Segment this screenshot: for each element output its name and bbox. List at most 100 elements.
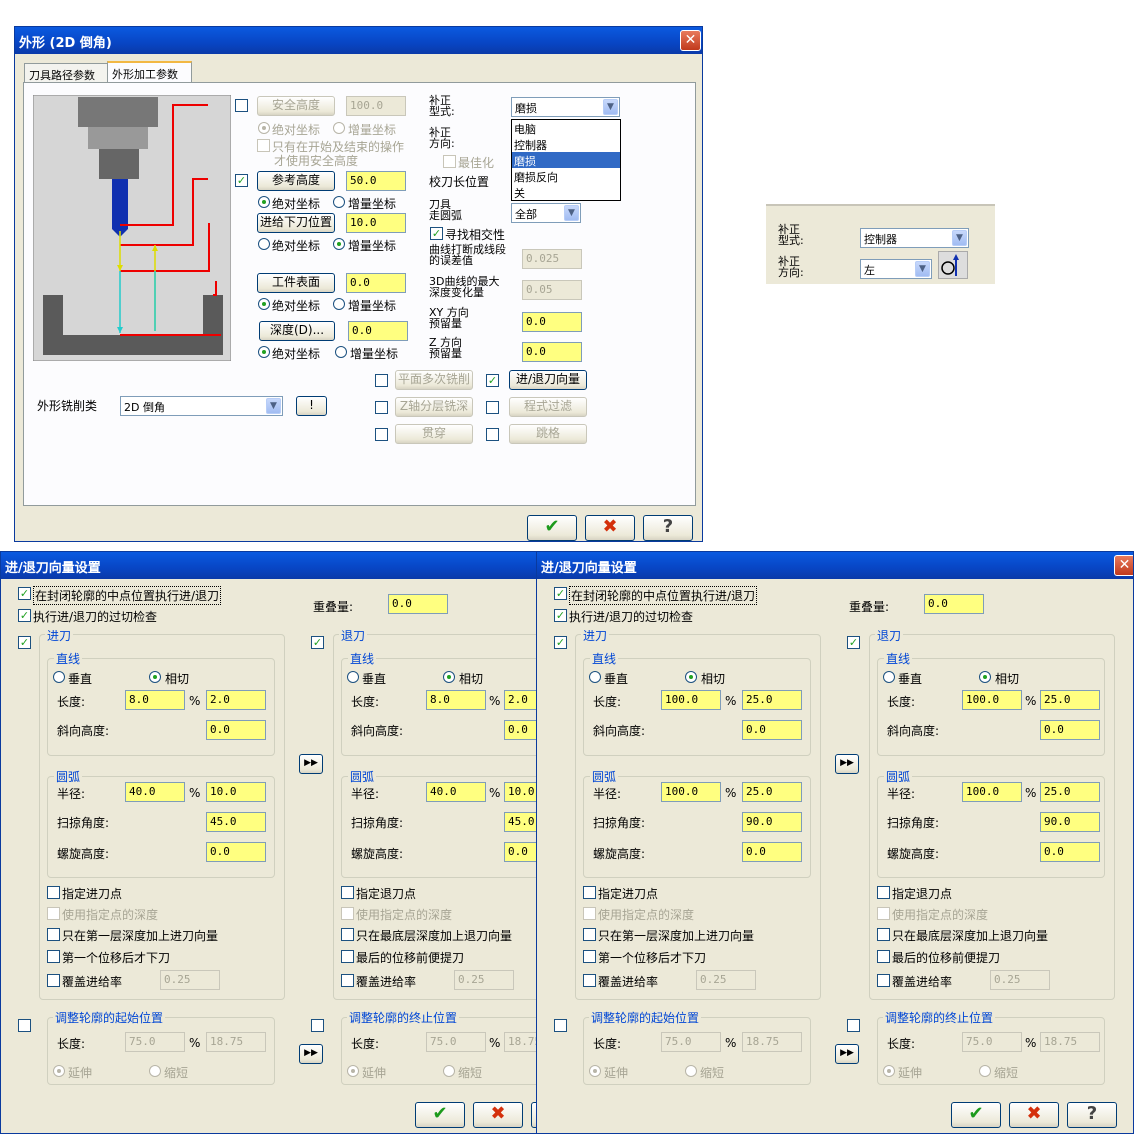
break-through-button[interactable]: 贯穿 [395, 424, 473, 444]
out-radius-pct-field[interactable]: 25.0 [1040, 782, 1100, 802]
comp-type-select[interactable]: 磨损 ▼ [511, 97, 620, 117]
adj-end-pct-field[interactable]: 18.75 [504, 1032, 536, 1052]
lead-out-checkbox[interactable]: ✓ [847, 636, 860, 649]
gouge-checkbox[interactable]: ✓ [554, 609, 567, 622]
multi-pass-button[interactable]: 平面多次铣削 [395, 370, 473, 390]
midpoint-checkbox[interactable]: ✓ [554, 587, 567, 600]
out-length-pct-field[interactable]: 2.0 [504, 690, 536, 710]
adj-end-extend-radio[interactable] [883, 1065, 895, 1077]
adj-end-shorten-radio[interactable] [979, 1065, 991, 1077]
tangent-radio[interactable] [685, 671, 697, 683]
adj-start-shorten-radio[interactable] [149, 1065, 161, 1077]
linearize-field[interactable]: 0.025 [522, 249, 582, 269]
top-abs-radio[interactable] [258, 298, 270, 310]
lead-in-checkbox[interactable]: ✓ [554, 636, 567, 649]
multi-pass-checkbox[interactable] [375, 374, 388, 387]
in-helix-field[interactable]: 0.0 [206, 842, 266, 862]
lead-in-checkbox[interactable]: ✓ [18, 636, 31, 649]
perp-radio[interactable] [347, 671, 359, 683]
ref-height-field[interactable]: 50.0 [346, 171, 406, 191]
safe-inc-radio[interactable] [333, 122, 345, 134]
before-last-checkbox[interactable] [877, 950, 890, 963]
out-helix-field[interactable]: 0.0 [504, 842, 536, 862]
cancel-button[interactable]: ✖ [1009, 1102, 1059, 1128]
copy-adjust-button[interactable]: ▶▶ [299, 1044, 323, 1064]
tool-roll-select[interactable]: 全部 ▼ [511, 203, 581, 223]
info-button[interactable]: ! [296, 396, 327, 416]
depth-cuts-checkbox[interactable] [375, 401, 388, 414]
break-through-checkbox[interactable] [375, 428, 388, 441]
depth-inc-radio[interactable] [335, 346, 347, 358]
first-depth-checkbox[interactable] [47, 928, 60, 941]
adj-end-pct-field[interactable]: 18.75 [1040, 1032, 1100, 1052]
in-length-field[interactable]: 100.0 [661, 690, 721, 710]
last-depth-checkbox[interactable] [877, 928, 890, 941]
adj-start-extend-radio[interactable] [53, 1065, 65, 1077]
tangent-radio[interactable] [149, 671, 161, 683]
help-button[interactable]: ? [643, 515, 693, 541]
feed-abs-radio[interactable] [258, 238, 270, 250]
adj-start-pct-field[interactable]: 18.75 [742, 1032, 802, 1052]
out-helix-field[interactable]: 0.0 [1040, 842, 1100, 862]
in-override-feed-field[interactable]: 0.25 [160, 970, 220, 990]
dropdown-option[interactable]: 控制器 [512, 136, 620, 152]
in-override-feed-checkbox[interactable] [583, 974, 596, 987]
leadinout-button[interactable]: 进/退刀向量 [509, 370, 587, 390]
use-depth-checkbox[interactable] [341, 907, 354, 920]
exit-point-checkbox[interactable] [877, 886, 890, 899]
tangent-radio[interactable] [443, 671, 455, 683]
in-length-pct-field[interactable]: 2.0 [206, 690, 266, 710]
in-helix-field[interactable]: 0.0 [742, 842, 802, 862]
adj-start-length-field[interactable]: 75.0 [661, 1032, 721, 1052]
out-length-field[interactable]: 8.0 [426, 690, 486, 710]
ref-abs-radio[interactable] [258, 196, 270, 208]
perp-radio[interactable] [883, 671, 895, 683]
cancel-button[interactable]: ✖ [585, 515, 635, 541]
out-length-field[interactable]: 100.0 [962, 690, 1022, 710]
in-ramp-field[interactable]: 0.0 [742, 720, 802, 740]
safe-abs-radio[interactable] [258, 122, 270, 134]
tab-toolpath-params[interactable]: 刀具路径参数 [24, 63, 108, 83]
feed-plane-button[interactable]: 进给下刀位置 [257, 213, 335, 233]
ok-button[interactable]: ✔ [415, 1102, 465, 1128]
in-override-feed-field[interactable]: 0.25 [696, 970, 756, 990]
dropdown-option-selected[interactable]: 磨损 [512, 152, 620, 168]
first-depth-checkbox[interactable] [583, 928, 596, 941]
copy-adjust-button[interactable]: ▶▶ [835, 1044, 859, 1064]
top-inc-radio[interactable] [333, 298, 345, 310]
only-start-end-checkbox[interactable] [257, 139, 270, 152]
out-override-feed-checkbox[interactable] [877, 974, 890, 987]
midpoint-checkbox[interactable]: ✓ [18, 587, 31, 600]
adj-start-pct-field[interactable]: 18.75 [206, 1032, 266, 1052]
lead-out-checkbox[interactable]: ✓ [311, 636, 324, 649]
out-radius-field[interactable]: 100.0 [962, 782, 1022, 802]
ref-height-button[interactable]: 参考高度 [257, 171, 335, 191]
safe-height-field[interactable]: 100.0 [346, 96, 406, 116]
max-depth-field[interactable]: 0.05 [522, 280, 582, 300]
use-depth-checkbox[interactable] [877, 907, 890, 920]
entry-point-checkbox[interactable] [47, 886, 60, 899]
adj-end-length-field[interactable]: 75.0 [426, 1032, 486, 1052]
ok-button[interactable]: ✔ [527, 515, 577, 541]
dropdown-option[interactable]: 磨损反向 [512, 168, 620, 184]
adj-end-length-field[interactable]: 75.0 [962, 1032, 1022, 1052]
depth-field[interactable]: 0.0 [348, 321, 408, 341]
close-button[interactable]: ✕ [680, 30, 701, 51]
in-length-field[interactable]: 8.0 [125, 690, 185, 710]
in-radius-field[interactable]: 40.0 [125, 782, 185, 802]
use-depth-checkbox[interactable] [583, 907, 596, 920]
help-button[interactable]: ? [1067, 1102, 1117, 1128]
find-intersect-checkbox[interactable]: ✓ [430, 227, 443, 240]
safe-height-button[interactable]: 安全高度 [257, 96, 335, 116]
cancel-button[interactable]: ✖ [473, 1102, 523, 1128]
tangent-radio[interactable] [979, 671, 991, 683]
snippet-comp-dir-select[interactable]: 左 ▼ [860, 259, 932, 279]
contour-type-select[interactable]: 2D 倒角 ▼ [120, 396, 283, 416]
out-override-feed-checkbox[interactable] [341, 974, 354, 987]
chevron-down-icon[interactable]: ▼ [266, 398, 281, 414]
ref-inc-radio[interactable] [333, 196, 345, 208]
in-sweep-field[interactable]: 45.0 [206, 812, 266, 832]
chevron-down-icon[interactable]: ▼ [564, 205, 579, 221]
leadinout-checkbox[interactable]: ✓ [486, 374, 499, 387]
close-button[interactable]: ✕ [1114, 555, 1133, 576]
